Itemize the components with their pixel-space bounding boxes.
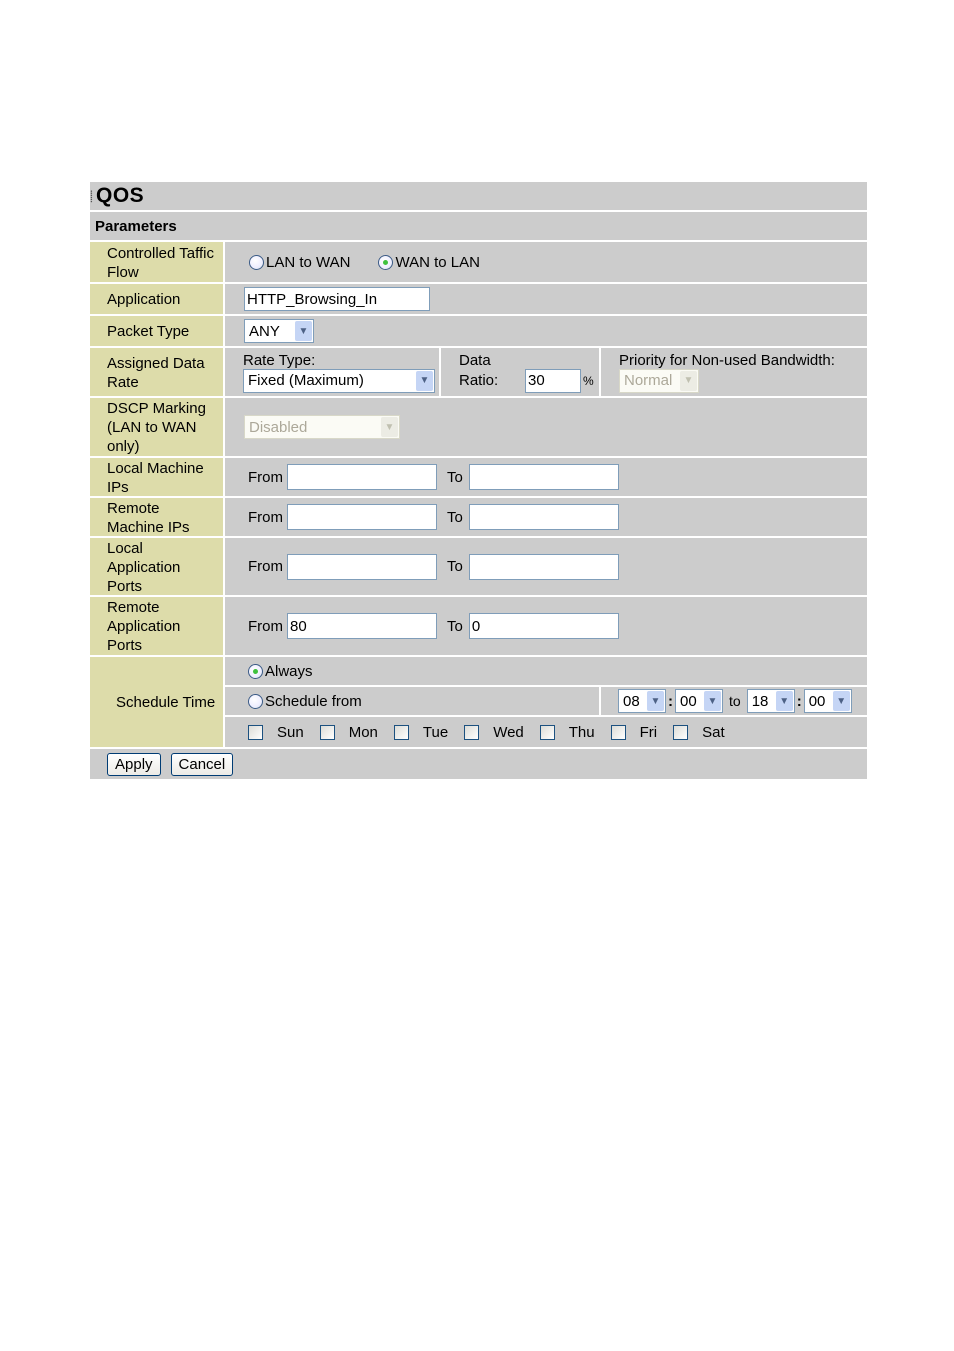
chevron-down-icon: ▼ <box>680 370 697 391</box>
chevron-down-icon: ▼ <box>381 417 398 437</box>
radio-icon[interactable] <box>248 693 263 709</box>
label-application: Application <box>90 284 225 314</box>
priority-label: Priority for Non-used Bandwidth: <box>619 351 835 369</box>
checkbox[interactable] <box>393 724 409 740</box>
radio-wan-to-lan[interactable]: WAN to LAN <box>378 254 480 271</box>
remote-port-from-input[interactable] <box>287 613 437 639</box>
radio-icon[interactable] <box>249 254 264 270</box>
checkbox[interactable] <box>248 724 263 740</box>
start-minute-select[interactable]: 00 ▼ <box>675 689 723 713</box>
row-data-rate: Assigned Data Rate Rate Type: Fixed (Max… <box>90 348 867 398</box>
radio-schedule-from[interactable]: Schedule from <box>248 693 362 710</box>
day-sat[interactable]: Sat <box>673 724 725 741</box>
label-local-ips: Local Machine IPs <box>90 458 225 496</box>
chevron-down-icon: ▼ <box>295 321 312 341</box>
ratio-input[interactable] <box>525 368 581 393</box>
label-dscp: DSCP Marking (LAN to WAN only) <box>90 398 225 456</box>
label-local-ports: Local Application Ports <box>90 538 225 595</box>
row-schedule: Schedule Time Always Schedule from 08 ▼ :… <box>90 657 867 749</box>
to-label: to <box>729 693 741 709</box>
radio-selected-icon[interactable] <box>378 254 394 270</box>
end-minute-select[interactable]: 00 ▼ <box>803 689 852 713</box>
chevron-down-icon: ▼ <box>832 691 850 711</box>
to-label: To <box>447 617 463 635</box>
row-remote-ips: Remote Machine IPs From To <box>90 498 867 538</box>
button-bar: Apply Cancel <box>90 749 867 779</box>
radio-always[interactable]: Always <box>248 663 313 680</box>
checkbox[interactable] <box>464 724 480 740</box>
row-dscp: DSCP Marking (LAN to WAN only) Disabled ▼ <box>90 398 867 458</box>
to-label: To <box>447 558 463 575</box>
row-application: Application <box>90 284 867 316</box>
qos-panel: ⸽ QOS Parameters Controlled Taffic Flow … <box>90 182 867 779</box>
colon: : <box>796 692 802 710</box>
to-label: To <box>447 508 463 526</box>
label-traffic-flow: Controlled Taffic Flow <box>90 242 225 282</box>
checkbox[interactable] <box>673 724 689 740</box>
day-sun[interactable]: Sun <box>248 724 304 741</box>
start-hour-select[interactable]: 08 ▼ <box>618 689 666 713</box>
rate-type-select[interactable]: Fixed (Maximum) ▼ <box>243 368 435 393</box>
colon: : <box>668 692 673 710</box>
day-fri[interactable]: Fri <box>610 724 657 741</box>
rate-type-label: Rate Type: <box>243 351 316 369</box>
day-wed[interactable]: Wed <box>464 724 524 741</box>
remote-port-to-input[interactable] <box>468 613 619 639</box>
apply-button[interactable]: Apply <box>107 752 161 776</box>
row-remote-ports: Remote Application Ports From To <box>90 597 867 657</box>
row-local-ports: Local Application Ports From To <box>90 538 867 597</box>
local-ip-to-input[interactable] <box>468 464 619 490</box>
row-local-ips: Local Machine IPs From To <box>90 458 867 498</box>
row-packet-type: Packet Type ANY ▼ <box>90 316 867 348</box>
section-header: Parameters <box>90 212 867 242</box>
checkbox[interactable] <box>610 724 626 740</box>
percent-unit: % <box>583 373 594 388</box>
from-label: From <box>248 617 283 635</box>
chevron-down-icon: ▼ <box>416 370 433 391</box>
local-port-from-input[interactable] <box>287 553 437 580</box>
chevron-down-icon: ▼ <box>775 691 793 711</box>
label-remote-ports: Remote Application Ports <box>90 597 225 655</box>
chevron-down-icon: ▼ <box>704 691 721 711</box>
data-label: Data <box>459 351 491 369</box>
local-port-to-input[interactable] <box>468 553 619 580</box>
checkbox[interactable] <box>539 724 555 740</box>
priority-select[interactable]: Normal ▼ <box>619 368 699 393</box>
cancel-button[interactable]: Cancel <box>170 752 234 776</box>
day-thu[interactable]: Thu <box>539 724 595 741</box>
chevron-down-icon: ▼ <box>647 691 664 711</box>
to-label: To <box>447 468 463 486</box>
day-mon[interactable]: Mon <box>319 724 378 741</box>
local-ip-from-input[interactable] <box>287 464 437 490</box>
application-input[interactable] <box>244 287 430 311</box>
label-schedule: Schedule Time <box>90 657 225 747</box>
packet-type-select[interactable]: ANY ▼ <box>244 319 314 343</box>
from-label: From <box>248 508 283 526</box>
from-label: From <box>248 468 283 486</box>
remote-ip-to-input[interactable] <box>468 504 619 530</box>
day-tue[interactable]: Tue <box>393 724 448 741</box>
remote-ip-from-input[interactable] <box>287 504 437 530</box>
label-remote-ips: Remote Machine IPs <box>90 498 225 536</box>
ratio-label: Ratio: <box>459 372 499 389</box>
label-packet-type: Packet Type <box>90 316 225 346</box>
row-traffic-flow: Controlled Taffic Flow LAN to WAN WAN to… <box>90 242 867 284</box>
end-hour-select[interactable]: 18 ▼ <box>746 689 795 713</box>
title-bar: ⸽ QOS <box>90 182 867 212</box>
page-title: QOS <box>96 184 145 207</box>
label-data-rate: Assigned Data Rate <box>90 348 225 396</box>
radio-lan-to-wan[interactable]: LAN to WAN <box>249 254 350 271</box>
dscp-select[interactable]: Disabled ▼ <box>244 415 400 439</box>
checkbox[interactable] <box>319 724 335 740</box>
from-label: From <box>248 558 283 575</box>
radio-selected-icon[interactable] <box>248 663 263 679</box>
